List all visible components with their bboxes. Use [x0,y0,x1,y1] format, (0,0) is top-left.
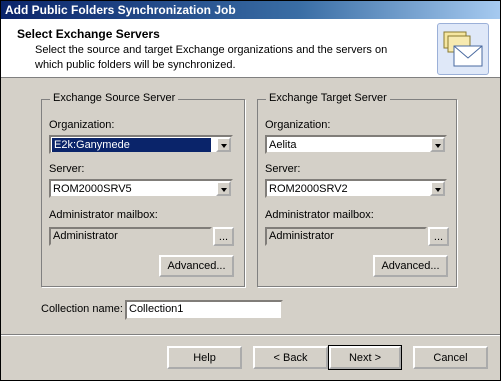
back-button[interactable]: < Back [253,346,328,369]
target-browse-button[interactable]: ... [428,227,449,246]
source-organization-label: Organization: [49,119,115,131]
target-server-value: ROM2000SRV2 [269,183,348,195]
source-organization-select[interactable]: E2k:Ganymede [49,135,233,154]
source-admin-label: Administrator mailbox: [49,209,158,221]
source-server-value: ROM2000SRV5 [53,183,132,195]
collection-name-input[interactable]: Collection1 [125,300,283,320]
target-organization-label: Organization: [265,119,331,131]
chevron-down-icon[interactable] [216,137,231,152]
target-organization-value: Aelita [269,139,297,151]
button-separator [1,334,500,336]
public-folders-mail-icon [437,23,489,75]
source-server-label: Server: [49,163,85,175]
target-organization-select[interactable]: Aelita [265,135,447,154]
source-group-legend: Exchange Source Server [50,92,179,104]
target-group-legend: Exchange Target Server [266,92,390,104]
dialog-window: Add Public Folders Synchronization Job S… [0,0,501,381]
page-description: Select the source and target Exchange or… [35,44,388,71]
source-server-select[interactable]: ROM2000SRV5 [49,179,233,198]
target-server-label: Server: [265,163,301,175]
source-admin-field: Administrator [49,227,212,246]
collection-name-label: Collection name: [41,303,123,315]
source-organization-value: E2k:Ganymede [52,138,211,152]
source-browse-button[interactable]: ... [213,227,234,246]
cancel-button[interactable]: Cancel [413,346,488,369]
chevron-down-icon[interactable] [216,181,231,196]
page-title: Select Exchange Servers [17,27,160,41]
target-admin-label: Administrator mailbox: [265,209,374,221]
target-server-select[interactable]: ROM2000SRV2 [265,179,447,198]
target-admin-field: Administrator [265,227,427,246]
help-button[interactable]: Help [167,346,242,369]
title-bar: Add Public Folders Synchronization Job [1,1,500,19]
chevron-down-icon[interactable] [430,181,445,196]
chevron-down-icon[interactable] [430,137,445,152]
target-advanced-button[interactable]: Advanced... [373,255,448,277]
next-button[interactable]: Next > [328,345,402,370]
source-advanced-button[interactable]: Advanced... [159,255,234,277]
wizard-header: Select Exchange Servers Select the sourc… [1,19,500,78]
